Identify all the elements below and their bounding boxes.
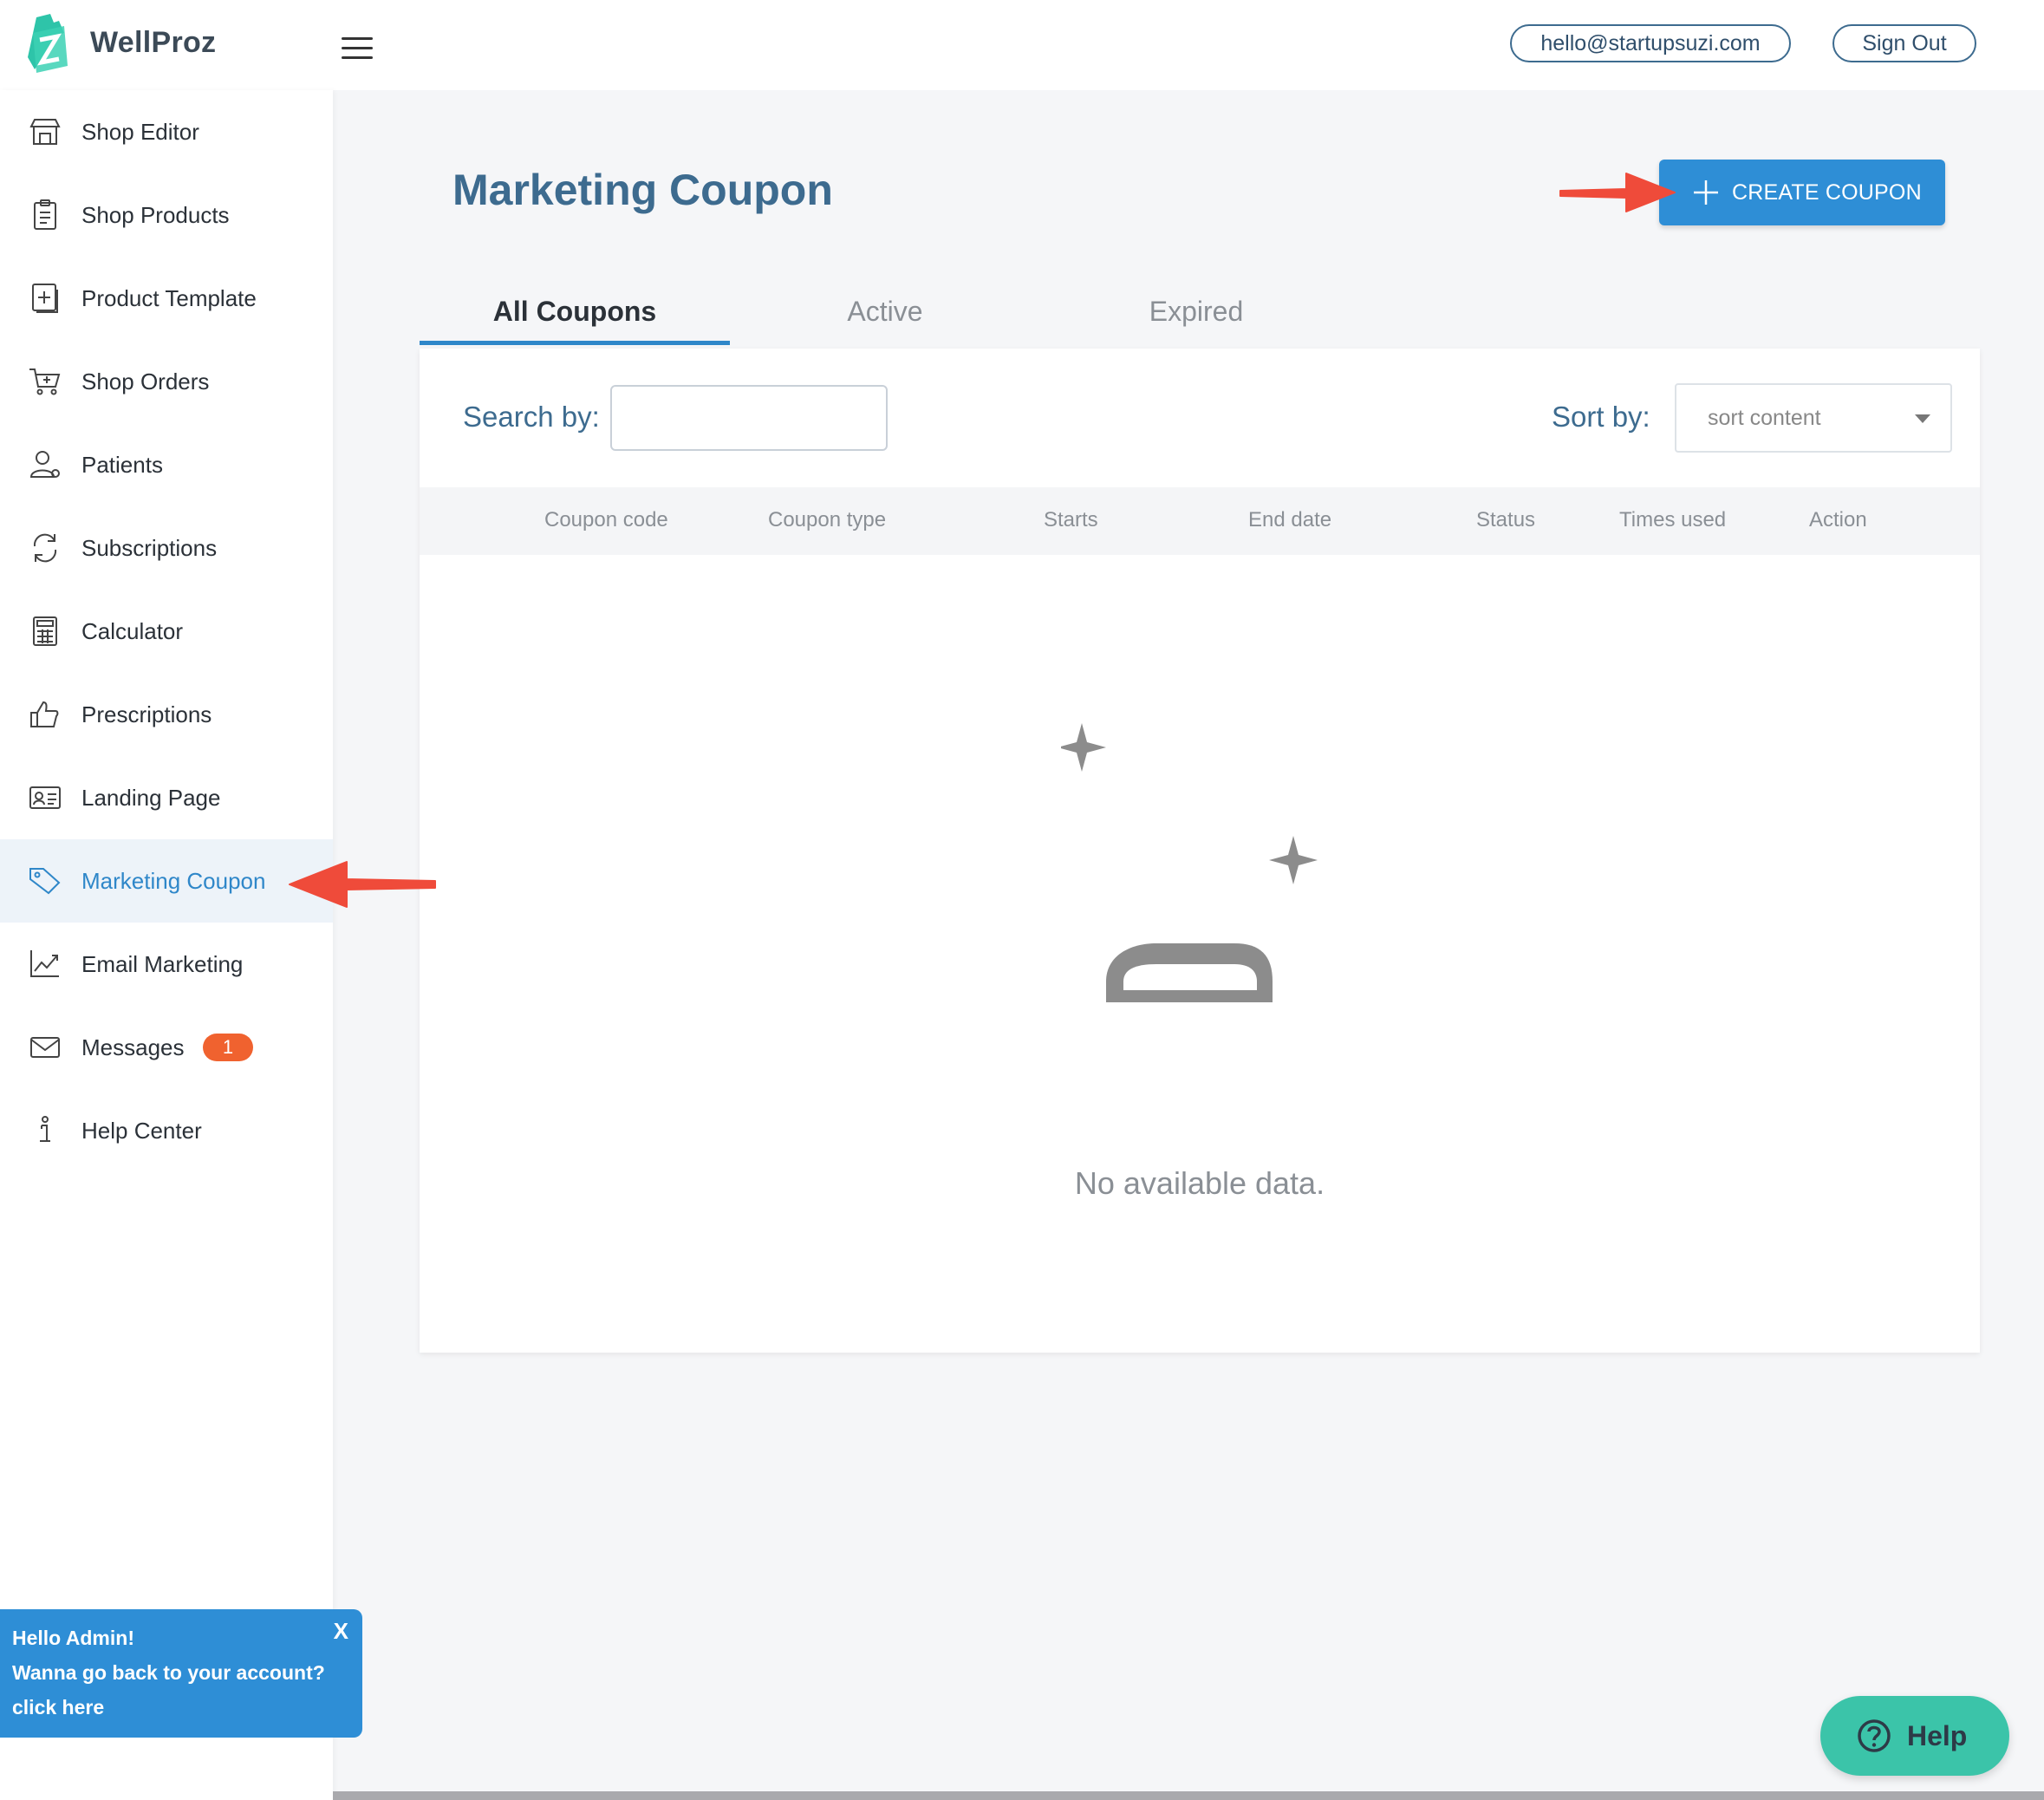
sidebar-item-email-marketing[interactable]: Email Marketing — [0, 923, 333, 1006]
column-header-action[interactable]: Action — [1809, 508, 1867, 532]
sidebar-item-label: Patients — [81, 451, 163, 478]
wellproz-logo-icon[interactable] — [24, 14, 71, 75]
sidebar-item-label: Marketing Coupon — [81, 867, 266, 894]
toast-close-button[interactable]: X — [334, 1618, 348, 1645]
tab-all-coupons[interactable]: All Coupons — [420, 283, 730, 345]
sign-out-button[interactable]: Sign Out — [1832, 24, 1976, 62]
column-header-times-used[interactable]: Times used — [1619, 508, 1726, 532]
horizontal-scrollbar[interactable] — [333, 1791, 2044, 1800]
sidebar-item-label: Shop Products — [81, 201, 230, 228]
info-icon — [40, 1116, 50, 1142]
plus-square-icon — [32, 284, 58, 313]
empty-state-message: No available data. — [1074, 1165, 1325, 1201]
coupon-table-card: Search by: Sort by: sort content Coupon … — [420, 349, 1980, 1353]
sidebar-item-subscriptions[interactable]: Subscriptions — [0, 506, 333, 590]
question-circle-icon — [1858, 1719, 1891, 1752]
toast-click-here-link[interactable]: click here — [12, 1696, 104, 1719]
calculator-icon — [33, 616, 57, 646]
sidebar-item-label: Help Center — [81, 1117, 202, 1144]
sort-label: Sort by: — [1552, 401, 1650, 433]
sidebar-item-prescriptions[interactable]: Prescriptions — [0, 673, 333, 756]
sidebar-item-shop-orders[interactable]: Shop Orders — [0, 340, 333, 423]
column-header-starts[interactable]: Starts — [1044, 508, 1098, 532]
toast-message: Wanna go back to your account? — [12, 1661, 325, 1684]
sort-select-value: sort content — [1708, 406, 1821, 430]
sidebar-item-shop-editor[interactable]: Shop Editor — [0, 90, 333, 173]
sidebar-item-label: Product Template — [81, 284, 257, 311]
sidebar-item-label: Prescriptions — [81, 701, 212, 727]
user-icon — [29, 451, 60, 478]
tag-icon — [29, 868, 61, 895]
hamburger-menu-icon[interactable] — [342, 37, 373, 62]
sort-select[interactable]: sort content — [1675, 383, 1952, 453]
column-header-coupon-type[interactable]: Coupon type — [768, 508, 886, 532]
help-widget-button[interactable]: Help — [1820, 1696, 2009, 1776]
plus-icon — [1694, 180, 1718, 205]
admin-return-toast: Hello Admin! Wanna go back to your accou… — [0, 1609, 362, 1738]
sidebar-item-patients[interactable]: Patients — [0, 423, 333, 506]
chevron-down-icon — [1915, 414, 1930, 423]
column-header-end-date[interactable]: End date — [1248, 508, 1331, 532]
sidebar-item-product-template[interactable]: Product Template — [0, 257, 333, 340]
sidebar-item-label: Email Marketing — [81, 950, 244, 977]
sidebar-item-label: Subscriptions — [81, 534, 218, 561]
id-card-icon — [29, 786, 61, 809]
sidebar-item-calculator[interactable]: Calculator — [0, 590, 333, 673]
toast-greeting: Hello Admin! — [12, 1627, 134, 1649]
clipboard-list-icon — [34, 199, 56, 230]
top-header: WellProz hello@startupsuzi.com Sign Out — [0, 0, 2044, 90]
sidebar-item-help-center[interactable]: Help Center — [0, 1089, 333, 1172]
page-title: Marketing Coupon — [452, 166, 833, 214]
search-label: Search by: — [463, 401, 600, 433]
search-input[interactable] — [610, 385, 888, 451]
unread-count-badge: 1 — [203, 1034, 253, 1061]
sidebar-item-shop-products[interactable]: Shop Products — [0, 173, 333, 257]
tab-active[interactable]: Active — [730, 283, 1040, 345]
help-label: Help — [1907, 1720, 1968, 1751]
envelope-icon — [30, 1037, 60, 1058]
table-header: Coupon code Coupon type Starts End date … — [420, 487, 1980, 555]
sidebar-item-label: Shop Editor — [81, 118, 199, 145]
tab-expired[interactable]: Expired — [1041, 283, 1351, 345]
sidebar-item-landing-page[interactable]: Landing Page — [0, 756, 333, 839]
storefront-icon — [29, 119, 61, 145]
annotation-arrow-icon — [289, 861, 436, 908]
sidebar-item-messages[interactable]: Messages 1 — [0, 1006, 333, 1089]
column-header-coupon-code[interactable]: Coupon code — [544, 508, 668, 532]
sidebar-item-label: Landing Page — [81, 784, 221, 811]
refresh-icon — [33, 533, 57, 563]
create-coupon-button[interactable]: CREATE COUPON — [1659, 160, 1945, 225]
account-email-button[interactable]: hello@startupsuzi.com — [1510, 24, 1791, 62]
sidebar-item-marketing-coupon[interactable]: Marketing Coupon — [0, 839, 333, 923]
thumbs-up-icon — [30, 701, 59, 727]
column-header-status[interactable]: Status — [1476, 508, 1535, 532]
sidebar: Shop Editor Shop Products Product Templa… — [0, 90, 333, 1800]
annotation-arrow-icon — [1559, 173, 1676, 212]
sidebar-item-label: Shop Orders — [81, 368, 210, 395]
brand-name[interactable]: WellProz — [90, 26, 216, 60]
sidebar-item-label: Calculator — [81, 617, 184, 644]
sidebar-item-label: Messages — [81, 1034, 185, 1060]
cart-icon — [29, 368, 61, 395]
coupon-tabs: All Coupons Active Expired — [420, 283, 1980, 345]
create-coupon-label: CREATE COUPON — [1732, 180, 1922, 205]
empty-state-illustration — [1061, 723, 1318, 1002]
chart-line-icon — [30, 950, 59, 977]
